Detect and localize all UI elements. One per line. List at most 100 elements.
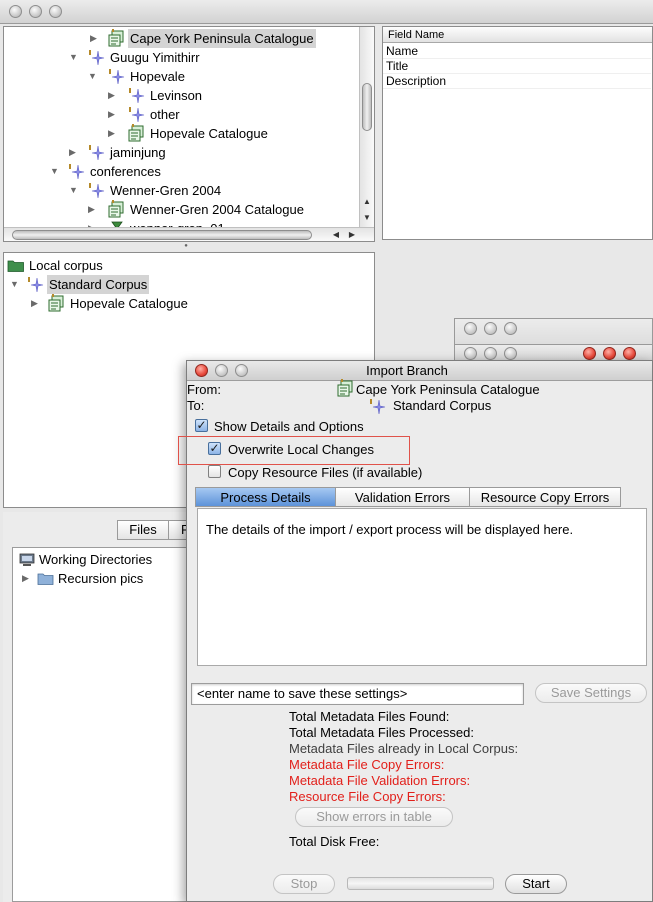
checkbox-label: Overwrite Local Changes xyxy=(228,442,374,457)
zoom-window-icon[interactable] xyxy=(49,5,62,18)
tree-item-label: conferences xyxy=(90,164,161,179)
tree-horizontal-scrollbar[interactable]: ◀ ▶ xyxy=(4,227,374,241)
dialog-title: Import Branch xyxy=(366,363,448,378)
table-row[interactable]: Name xyxy=(383,44,651,59)
show-errors-in-table-button[interactable]: Show errors in table xyxy=(295,807,453,827)
tree-item[interactable]: ▶ Hopevale Catalogue xyxy=(4,124,359,143)
close-window-icon[interactable] xyxy=(583,347,596,360)
table-row[interactable]: Title xyxy=(383,59,651,74)
collection-icon xyxy=(88,143,106,162)
show-details-checkbox[interactable]: ✓ Show Details and Options xyxy=(195,418,455,436)
tab-validation-errors[interactable]: Validation Errors xyxy=(335,487,470,507)
disclosure-triangle-icon[interactable]: ▶ xyxy=(22,569,29,588)
tree-item[interactable]: ▶ Wenner-Gren 2004 Catalogue xyxy=(4,200,359,219)
catalogue-icon xyxy=(108,200,126,219)
tree-item[interactable]: ▶ Cape York Peninsula Catalogue xyxy=(4,29,359,48)
disclosure-open-icon[interactable]: ▼ xyxy=(69,181,78,200)
catalogue-icon xyxy=(108,29,126,48)
total-metadata-processed-label: Total Metadata Files Processed: xyxy=(289,725,474,740)
copy-resource-files-checkbox[interactable]: Copy Resource Files (if available) xyxy=(208,464,448,482)
checkbox-label: Copy Resource Files (if available) xyxy=(228,465,423,480)
zoom-window-icon[interactable] xyxy=(504,347,517,360)
tree-item-label: Hopevale Catalogue xyxy=(150,126,268,141)
tree-item-label: Hopevale xyxy=(130,69,185,84)
splitter-handle-icon[interactable]: ● xyxy=(182,243,190,249)
tab-files[interactable]: Files xyxy=(117,520,169,540)
disclosure-closed-icon[interactable]: ▶ xyxy=(69,143,76,162)
detail-tabs: Process Details Validation Errors Resour… xyxy=(195,487,625,508)
disclosure-open-icon[interactable]: ▼ xyxy=(88,67,97,86)
disclosure-closed-icon[interactable]: ▶ xyxy=(108,124,115,143)
tree-vertical-scrollbar[interactable]: ▲ ▼ xyxy=(359,27,374,227)
tree-item[interactable]: ▼ Standard Corpus xyxy=(4,275,374,294)
computer-icon xyxy=(19,550,35,569)
scroll-thumb[interactable] xyxy=(362,83,372,131)
progress-bar xyxy=(347,877,494,890)
scroll-thumb[interactable] xyxy=(12,230,312,240)
scroll-left-icon[interactable]: ◀ xyxy=(330,230,342,239)
disclosure-closed-icon[interactable]: ▶ xyxy=(108,105,115,124)
folder-icon xyxy=(7,256,25,275)
collection-icon xyxy=(128,86,146,105)
checkbox-checked[interactable]: ✓ xyxy=(195,419,208,432)
close-window-icon[interactable] xyxy=(464,347,477,360)
disclosure-open-icon[interactable]: ▼ xyxy=(10,275,19,294)
start-button[interactable]: Start xyxy=(505,874,567,894)
working-directories-tree: Working Directories ▶ Recursion pics xyxy=(12,547,186,902)
tree-item-label: Guugu Yimithirr xyxy=(110,50,200,65)
checkbox-unchecked[interactable] xyxy=(208,465,221,478)
disclosure-open-icon[interactable]: ▼ xyxy=(69,48,78,67)
settings-name-input[interactable]: <enter name to save these settings> xyxy=(191,683,524,705)
collection-icon xyxy=(369,397,387,419)
close-window-icon[interactable] xyxy=(603,347,616,360)
metadata-already-local-label: Metadata Files already in Local Corpus: xyxy=(289,741,519,756)
tree-item-label: Wenner-Gren 2004 xyxy=(110,183,222,198)
close-window-icon[interactable] xyxy=(623,347,636,360)
tree-item[interactable]: ▶ Hopevale Catalogue xyxy=(4,294,374,313)
total-disk-free-label: Total Disk Free: xyxy=(289,834,380,849)
remote-corpus-tree-pane: ▶ Cape York Peninsula Catalogue ▼ Guugu Yim… xyxy=(3,26,375,242)
main-window-titlebar xyxy=(0,0,653,24)
overwrite-local-changes-checkbox[interactable]: ✓ Overwrite Local Changes xyxy=(208,441,408,459)
tab-resource-copy-errors[interactable]: Resource Copy Errors xyxy=(469,487,621,507)
save-settings-button[interactable]: Save Settings xyxy=(535,683,647,703)
disclosure-open-icon[interactable]: ▼ xyxy=(50,162,59,181)
tree-item[interactable]: ▼ Hopevale xyxy=(4,67,359,86)
close-window-icon[interactable] xyxy=(464,322,477,335)
minimize-window-icon[interactable] xyxy=(29,5,42,18)
scroll-right-icon[interactable]: ▶ xyxy=(346,230,358,239)
tree-item-label: other xyxy=(150,107,180,122)
files-panel: Files F Working Directories ▶ Recursion … xyxy=(3,512,189,902)
minimize-window-icon[interactable] xyxy=(484,322,497,335)
disclosure-closed-icon[interactable]: ▶ xyxy=(31,294,38,313)
collection-icon xyxy=(128,105,146,124)
tree-item[interactable]: ▼ Guugu Yimithirr xyxy=(4,48,359,67)
disclosure-closed-icon[interactable]: ▶ xyxy=(108,86,115,105)
collection-icon xyxy=(108,67,126,86)
tree-item-label: Working Directories xyxy=(39,552,153,567)
scroll-up-icon[interactable]: ▲ xyxy=(362,197,372,206)
tree-item[interactable]: ▶ other xyxy=(4,105,359,124)
checkbox-checked[interactable]: ✓ xyxy=(208,442,221,455)
folder-icon xyxy=(37,569,54,588)
tree-item-working-directories[interactable]: Working Directories xyxy=(13,550,187,569)
tree-item[interactable]: ▼ conferences xyxy=(4,162,359,181)
stop-button[interactable]: Stop xyxy=(273,874,335,894)
table-row[interactable]: Description xyxy=(383,74,651,89)
field-table-pane: Field Name Name Title Description xyxy=(382,26,653,240)
zoom-window-icon[interactable] xyxy=(504,322,517,335)
tree-item-recursion-pics[interactable]: ▶ Recursion pics xyxy=(13,569,187,588)
collection-icon xyxy=(88,181,106,200)
scroll-down-icon[interactable]: ▼ xyxy=(362,213,372,222)
field-name-column-header[interactable]: Field Name xyxy=(383,27,652,43)
catalogue-icon xyxy=(337,379,355,401)
disclosure-closed-icon[interactable]: ▶ xyxy=(90,29,97,48)
tab-process-details[interactable]: Process Details xyxy=(195,487,336,507)
disclosure-closed-icon[interactable]: ▶ xyxy=(88,200,95,219)
minimize-window-icon[interactable] xyxy=(484,347,497,360)
tree-item[interactable]: ▶ Levinson xyxy=(4,86,359,105)
tree-item[interactable]: ▼ Wenner-Gren 2004 xyxy=(4,181,359,200)
tree-item[interactable]: ▶ jaminjung xyxy=(4,143,359,162)
tree-item[interactable]: Local corpus xyxy=(4,256,374,275)
close-window-icon[interactable] xyxy=(9,5,22,18)
